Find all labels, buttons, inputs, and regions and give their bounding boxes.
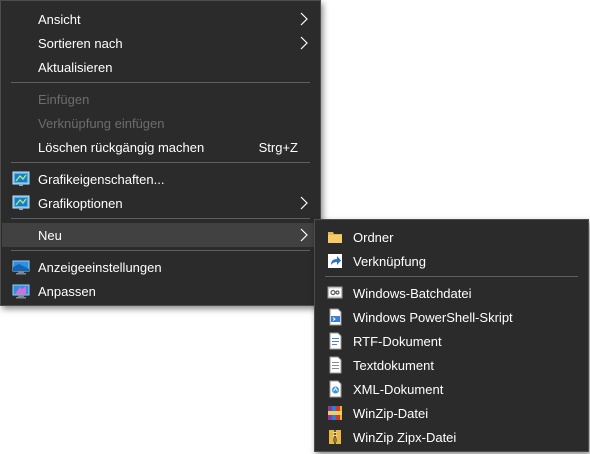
submenu-item-windows-powershell-skript[interactable]: Windows PowerShell-Skript	[316, 305, 587, 329]
menu-item-label: Einfügen	[38, 92, 90, 107]
submenu-item-textdokument[interactable]: Textdokument	[316, 353, 587, 377]
menu-item-neu[interactable]: Neu	[2, 223, 319, 247]
submenu-item-winzip-zipx-datei[interactable]: WinZip Zipx-Datei	[316, 425, 587, 449]
submenu-item-label: Windows-Batchdatei	[353, 286, 472, 301]
winzip-zipx-icon	[329, 430, 341, 444]
chevron-right-icon	[300, 12, 308, 26]
menu-item-sortieren-nach[interactable]: Sortieren nach	[2, 31, 319, 55]
shortcut-icon	[328, 254, 342, 268]
desktop-context-menu: Ansicht Sortieren nach Aktualisieren Ein…	[0, 0, 321, 306]
personalize-icon	[12, 284, 30, 299]
rtf-document-icon	[329, 332, 342, 350]
menu-separator	[11, 82, 310, 83]
folder-icon	[328, 232, 342, 243]
chevron-right-icon	[300, 228, 308, 242]
menu-item-anzeigeeinstellungen[interactable]: Anzeigeeinstellungen	[2, 255, 319, 279]
chevron-right-icon	[300, 196, 308, 210]
menu-separator	[11, 250, 310, 251]
submenu-item-label: XML-Dokument	[353, 382, 444, 397]
batch-file-icon	[327, 286, 343, 299]
graphics-options-icon	[12, 195, 30, 210]
menu-item-label: Anzeigeeinstellungen	[38, 260, 162, 275]
submenu-item-label: WinZip-Datei	[353, 406, 429, 421]
new-submenu: Ordner Verknüpfung Windows-Batchdatei Wi…	[314, 219, 589, 452]
submenu-item-verknuepfung[interactable]: Verknüpfung	[316, 249, 587, 273]
menu-item-shortcut: Strg+Z	[258, 140, 298, 155]
submenu-item-label: Textdokument	[353, 358, 434, 373]
menu-item-einfuegen: Einfügen	[2, 87, 319, 111]
submenu-item-rtf-dokument[interactable]: RTF-Dokument	[316, 329, 587, 353]
menu-item-loeschen-rueckgaengig[interactable]: Löschen rückgängig machen Strg+Z	[2, 135, 319, 159]
submenu-item-label: Verknüpfung	[353, 254, 427, 269]
menu-item-label: Löschen rückgängig machen	[38, 140, 205, 155]
menu-item-grafikeigenschaften[interactable]: Grafikeigenschaften...	[2, 167, 319, 191]
submenu-separator	[325, 276, 578, 277]
submenu-item-ordner[interactable]: Ordner	[316, 225, 587, 249]
submenu-item-label: RTF-Dokument	[353, 334, 442, 349]
submenu-item-label: Ordner	[353, 230, 394, 245]
powershell-script-icon	[329, 308, 342, 326]
submenu-item-winzip-datei[interactable]: WinZip-Datei	[316, 401, 587, 425]
menu-item-label: Grafikoptionen	[38, 196, 123, 211]
submenu-item-xml-dokument[interactable]: XML-Dokument	[316, 377, 587, 401]
menu-item-label: Grafikeigenschaften...	[38, 172, 165, 187]
menu-item-label: Ansicht	[38, 12, 81, 27]
graphics-properties-icon	[12, 171, 30, 186]
xml-document-icon	[329, 380, 342, 398]
submenu-item-windows-batchdatei[interactable]: Windows-Batchdatei	[316, 281, 587, 305]
menu-item-ansicht[interactable]: Ansicht	[2, 7, 319, 31]
menu-item-label: Anpassen	[38, 284, 96, 299]
menu-item-anpassen[interactable]: Anpassen	[2, 279, 319, 303]
menu-item-label: Aktualisieren	[38, 60, 113, 75]
winzip-icon	[328, 406, 342, 420]
menu-item-label: Verknüpfung einfügen	[38, 116, 165, 131]
text-document-icon	[329, 356, 342, 374]
menu-separator	[11, 162, 310, 163]
chevron-right-icon	[300, 36, 308, 50]
submenu-item-label: WinZip Zipx-Datei	[353, 430, 457, 445]
menu-item-label: Neu	[38, 228, 62, 243]
menu-item-aktualisieren[interactable]: Aktualisieren	[2, 55, 319, 79]
menu-item-verknuepfung-einfuegen: Verknüpfung einfügen	[2, 111, 319, 135]
submenu-item-label: Windows PowerShell-Skript	[353, 310, 513, 325]
menu-separator	[11, 218, 310, 219]
menu-item-grafikoptionen[interactable]: Grafikoptionen	[2, 191, 319, 215]
display-settings-icon	[12, 260, 30, 275]
menu-item-label: Sortieren nach	[38, 36, 123, 51]
